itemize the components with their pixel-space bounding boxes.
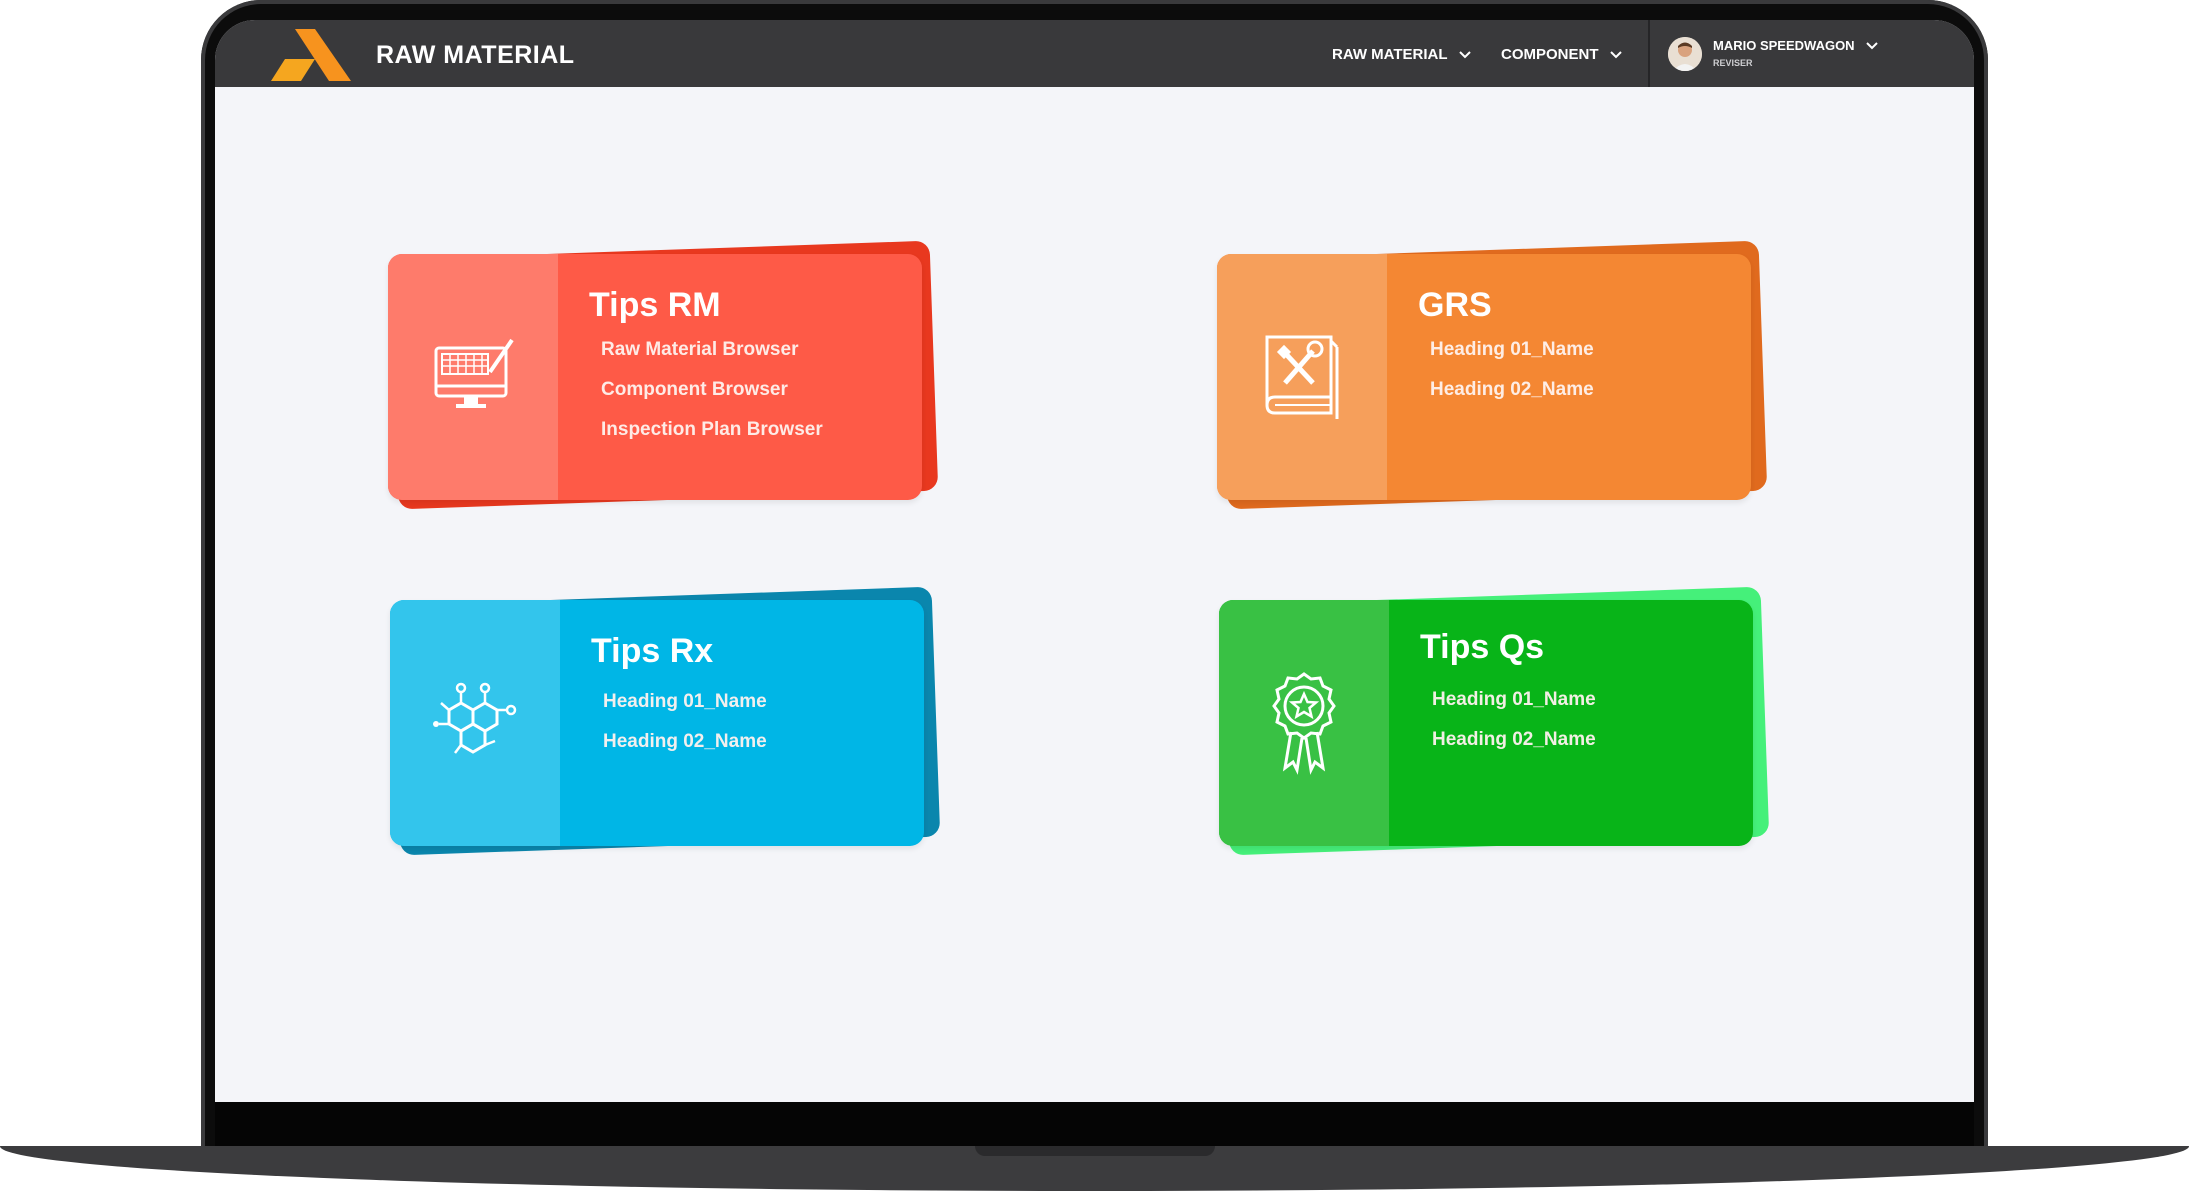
- card-grs-front: GRS Heading 01_Name Heading 02_Name: [1217, 254, 1751, 500]
- user-name: MARIO SPEEDWAGON: [1713, 38, 1855, 53]
- link-qs-heading-01[interactable]: Heading 01_Name: [1432, 689, 1753, 711]
- app-screen: RAW MATERIAL RAW MATERIAL COMPONENT MARI…: [215, 20, 1974, 1102]
- link-grs-heading-02[interactable]: Heading 02_Name: [1430, 379, 1751, 401]
- card-tips-qs[interactable]: Tips Qs Heading 01_Name Heading 02_Name: [1219, 586, 1770, 856]
- card-tips-qs-front: Tips Qs Heading 01_Name Heading 02_Name: [1219, 600, 1753, 846]
- award-ribbon-icon: [1272, 672, 1336, 775]
- card-tips-rm-content: Tips RM Raw Material Browser Component B…: [558, 254, 922, 500]
- header-divider: [1648, 20, 1650, 87]
- nav-raw-material-label: RAW MATERIAL: [1332, 46, 1448, 63]
- chevron-down-icon: [1458, 50, 1471, 58]
- card-tips-rx-title: Tips Rx: [591, 632, 714, 670]
- link-grs-heading-01[interactable]: Heading 01_Name: [1430, 339, 1751, 361]
- card-tips-rm-icon-pane: [388, 254, 558, 500]
- card-tips-rx-content: Tips Rx Heading 01_Name Heading 02_Name: [560, 600, 924, 846]
- app-header: RAW MATERIAL RAW MATERIAL COMPONENT MARI…: [215, 20, 1974, 87]
- avatar-face-icon: [1668, 37, 1702, 71]
- card-tips-qs-content: Tips Qs Heading 01_Name Heading 02_Name: [1389, 600, 1753, 846]
- nav-raw-material[interactable]: RAW MATERIAL: [1332, 46, 1472, 63]
- card-tips-rm[interactable]: Tips RM Raw Material Browser Component B…: [388, 240, 939, 510]
- user-role: REVISER: [1713, 58, 1753, 68]
- logo-a-icon[interactable]: [271, 29, 351, 81]
- laptop-notch: [975, 1146, 1215, 1156]
- molecule-icon: [433, 682, 517, 754]
- card-tips-rx-front: Tips Rx Heading 01_Name Heading 02_Name: [390, 600, 924, 846]
- card-tips-rm-title: Tips RM: [589, 286, 721, 324]
- link-rx-heading-01[interactable]: Heading 01_Name: [603, 691, 924, 713]
- avatar[interactable]: [1668, 37, 1702, 71]
- link-rx-heading-02[interactable]: Heading 02_Name: [603, 731, 924, 753]
- chevron-down-icon: [1865, 41, 1878, 49]
- link-inspection-plan-browser[interactable]: Inspection Plan Browser: [601, 419, 922, 441]
- computer-keyboard-pen-icon: [434, 338, 514, 408]
- link-component-browser[interactable]: Component Browser: [601, 379, 922, 401]
- card-tips-rx-icon-pane: [390, 600, 560, 846]
- card-tips-rm-front: Tips RM Raw Material Browser Component B…: [388, 254, 922, 500]
- nav-component[interactable]: COMPONENT: [1501, 46, 1623, 63]
- card-grs-title: GRS: [1418, 286, 1492, 324]
- card-tips-rx[interactable]: Tips Rx Heading 01_Name Heading 02_Name: [390, 586, 941, 856]
- nav-component-label: COMPONENT: [1501, 46, 1599, 63]
- card-tips-qs-icon-pane: [1219, 600, 1389, 846]
- link-qs-heading-02[interactable]: Heading 02_Name: [1432, 729, 1753, 751]
- link-raw-material-browser[interactable]: Raw Material Browser: [601, 339, 922, 361]
- card-tips-qs-title: Tips Qs: [1420, 628, 1545, 666]
- tools-book-icon: [1265, 335, 1339, 419]
- laptop-lower-bezel: [215, 1102, 1974, 1146]
- app-title: RAW MATERIAL: [376, 41, 575, 69]
- chevron-down-icon: [1609, 50, 1622, 58]
- card-grs[interactable]: GRS Heading 01_Name Heading 02_Name: [1217, 240, 1768, 510]
- user-menu[interactable]: MARIO SPEEDWAGON: [1713, 38, 1879, 53]
- card-grs-icon-pane: [1217, 254, 1387, 500]
- card-grs-content: GRS Heading 01_Name Heading 02_Name: [1387, 254, 1751, 500]
